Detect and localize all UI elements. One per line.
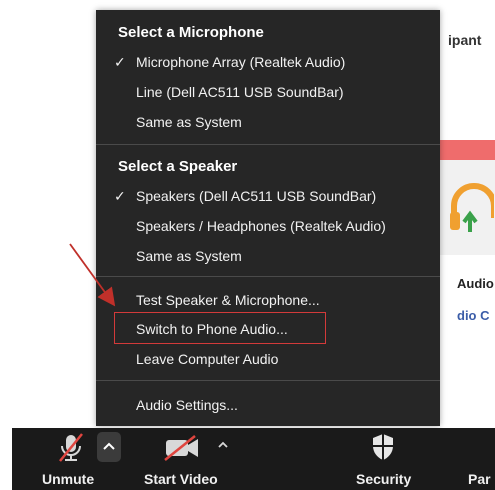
speaker-option-realtek-headphones[interactable]: Speakers / Headphones (Realtek Audio) bbox=[136, 218, 386, 234]
start-video-label: Start Video bbox=[144, 471, 218, 487]
microphone-muted-icon bbox=[59, 433, 83, 462]
participants-label[interactable]: Par bbox=[468, 471, 491, 487]
leave-computer-audio-option[interactable]: Leave Computer Audio bbox=[136, 351, 278, 367]
check-icon: ✓ bbox=[114, 54, 126, 70]
headset-icon bbox=[450, 183, 494, 232]
speaker-option-same-as-system[interactable]: Same as System bbox=[136, 248, 242, 264]
shield-icon bbox=[373, 434, 393, 460]
menu-divider bbox=[96, 380, 440, 381]
switch-to-phone-audio-option[interactable]: Switch to Phone Audio... bbox=[136, 321, 288, 337]
audio-settings-option[interactable]: Audio Settings... bbox=[136, 397, 238, 413]
audio-options-menu: Select a Microphone ✓ Microphone Array (… bbox=[96, 10, 440, 426]
speaker-option-dell-soundbar[interactable]: Speakers (Dell AC511 USB SoundBar) bbox=[136, 188, 376, 204]
microphone-option-same-as-system[interactable]: Same as System bbox=[136, 114, 242, 130]
security-label: Security bbox=[356, 471, 412, 487]
chevron-up-icon[interactable] bbox=[216, 438, 230, 452]
start-video-button[interactable] bbox=[162, 434, 202, 462]
meeting-toolbar: Unmute Start Video Security Par bbox=[12, 428, 495, 490]
background-header-fragment: ipant bbox=[448, 32, 482, 48]
unmute-label: Unmute bbox=[42, 471, 95, 487]
video-off-icon bbox=[164, 435, 198, 461]
security-button[interactable] bbox=[370, 432, 396, 462]
test-speaker-microphone-option[interactable]: Test Speaker & Microphone... bbox=[136, 292, 320, 308]
check-icon: ✓ bbox=[114, 188, 126, 204]
chevron-up-icon bbox=[103, 442, 115, 450]
background-audio-fragment: Audio bbox=[457, 276, 494, 291]
unmute-button[interactable] bbox=[54, 432, 88, 464]
microphone-section-title: Select a Microphone bbox=[118, 24, 264, 41]
microphone-option-dell-line[interactable]: Line (Dell AC511 USB SoundBar) bbox=[136, 84, 344, 100]
menu-divider bbox=[96, 276, 440, 277]
background-audio-link-fragment: dio C bbox=[457, 308, 490, 323]
menu-divider bbox=[96, 144, 440, 145]
background-red-band bbox=[440, 140, 495, 160]
speaker-section-title: Select a Speaker bbox=[118, 158, 238, 175]
microphone-option-realtek-array[interactable]: Microphone Array (Realtek Audio) bbox=[136, 54, 345, 70]
audio-options-caret-button[interactable] bbox=[97, 432, 121, 462]
